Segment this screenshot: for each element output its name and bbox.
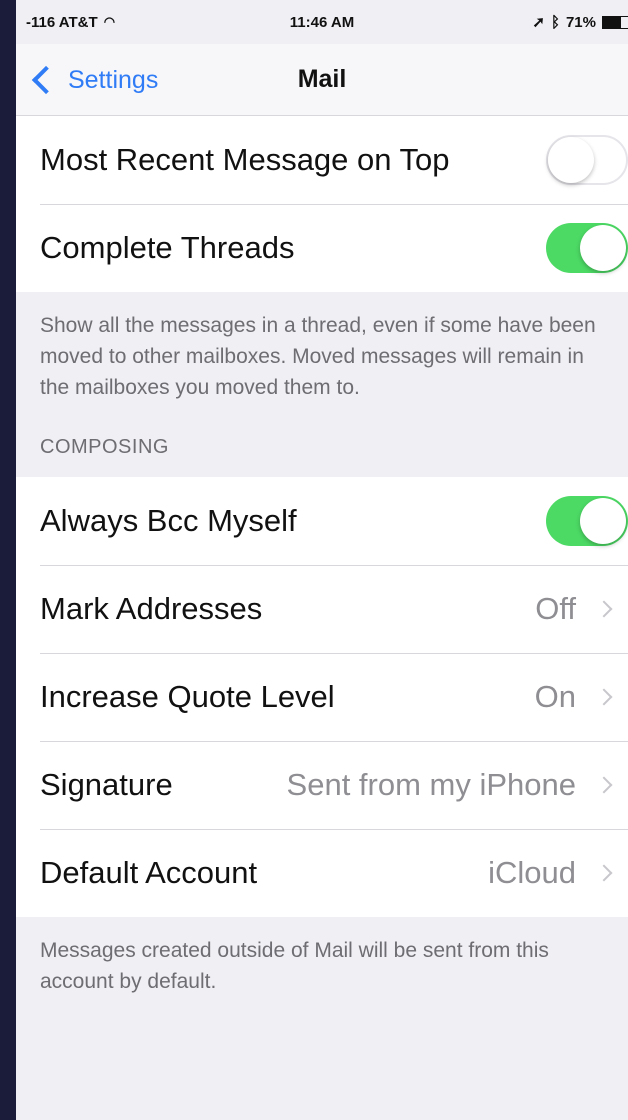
navigation-bar: Settings Mail [16, 44, 628, 116]
status-left: -116 AT&T ◠ [26, 14, 115, 31]
always-bcc-label: Always Bcc Myself [40, 503, 297, 538]
complete-threads-label: Complete Threads [40, 230, 295, 265]
location-arrow-icon: ➚ [532, 14, 545, 31]
chevron-right-icon [595, 688, 613, 706]
always-bcc-row: Always Bcc Myself [16, 477, 628, 565]
increase-quote-label: Increase Quote Level [40, 679, 335, 714]
threading-footer: Show all the messages in a thread, even … [40, 314, 596, 399]
status-bar: -116 AT&T ◠ 11:46 AM ➚ ᛒ 71% [16, 0, 628, 44]
increase-quote-row[interactable]: Increase Quote Level On [16, 653, 628, 741]
chevron-right-icon [595, 776, 613, 794]
complete-threads-toggle[interactable] [546, 223, 628, 273]
default-account-row[interactable]: Default Account iCloud [16, 829, 628, 917]
most-recent-on-top-label: Most Recent Message on Top [40, 142, 450, 177]
complete-threads-row: Complete Threads [16, 204, 628, 292]
page-title: Mail [297, 65, 347, 93]
signature-value: Sent from my iPhone [286, 767, 576, 802]
default-account-value: iCloud [488, 855, 576, 890]
mark-addresses-value: Off [535, 591, 576, 626]
chevron-right-icon [595, 864, 613, 882]
battery-icon [602, 15, 628, 29]
composing-group: Always Bcc Myself Mark Addresses Off Inc… [16, 477, 628, 917]
status-right: ➚ ᛒ 71% [532, 13, 628, 31]
default-account-label: Default Account [40, 855, 258, 890]
most-recent-on-top-toggle[interactable] [546, 135, 628, 185]
wifi-icon: ◠ [103, 14, 116, 29]
increase-quote-value: On [534, 679, 576, 714]
carrier-label: -116 AT&T [26, 13, 98, 31]
bluetooth-icon: ᛒ [550, 13, 560, 31]
threading-group: Most Recent Message on Top Complete Thre… [16, 116, 628, 292]
always-bcc-toggle[interactable] [546, 496, 628, 546]
default-account-footer: Messages created outside of Mail will be… [40, 939, 549, 993]
mark-addresses-row[interactable]: Mark Addresses Off [16, 565, 628, 653]
chevron-right-icon [595, 600, 613, 618]
mark-addresses-label: Mark Addresses [40, 591, 263, 626]
composing-header: COMPOSING [40, 436, 169, 458]
signature-label: Signature [40, 767, 173, 802]
toggle-knob [580, 498, 626, 544]
settings-screen: -116 AT&T ◠ 11:46 AM ➚ ᛒ 71% Settings Ma… [16, 0, 628, 1120]
signature-row[interactable]: Signature Sent from my iPhone [16, 741, 628, 829]
most-recent-on-top-row: Most Recent Message on Top [16, 116, 628, 204]
toggle-knob [580, 225, 626, 271]
toggle-knob [548, 137, 594, 183]
battery-percent: 71% [565, 13, 596, 31]
